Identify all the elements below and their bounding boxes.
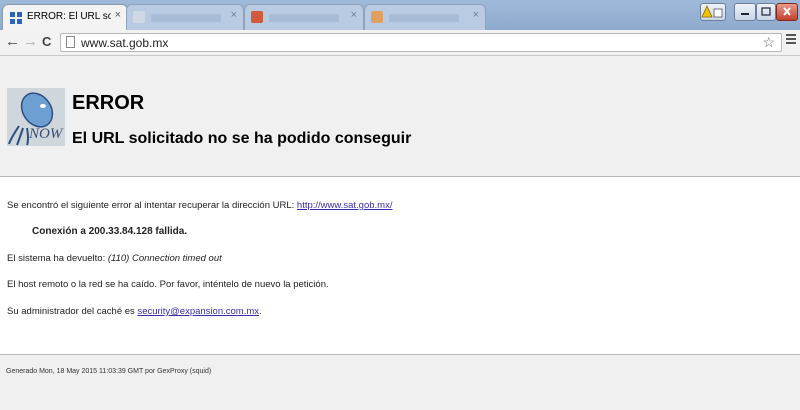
- tab-strip: ERROR: El URL solicitado r × × × ×: [0, 0, 800, 30]
- tab-close-icon[interactable]: ×: [351, 9, 357, 21]
- error-description-text: Se encontró el siguiente error al intent…: [7, 200, 297, 211]
- warning-extension-button[interactable]: [700, 3, 726, 21]
- requested-url-link[interactable]: http://www.sat.gob.mx/: [297, 200, 393, 211]
- tab-background[interactable]: ×: [244, 4, 364, 30]
- page-favicon-icon: [371, 11, 383, 23]
- warning-icon: [701, 5, 723, 18]
- close-window-button[interactable]: [776, 3, 798, 21]
- admin-email-link[interactable]: security@expansion.com.mx: [137, 306, 259, 317]
- cache-admin-label: Su administrador del caché es: [7, 306, 138, 317]
- tab-background[interactable]: ×: [126, 4, 244, 30]
- tab-close-icon[interactable]: ×: [115, 9, 121, 21]
- footer-generated-text: Generado Mon, 18 May 2015 11:03:39 GMT p…: [6, 368, 212, 375]
- reload-button[interactable]: C: [42, 34, 51, 50]
- browser-toolbar: ← → C www.sat.gob.mx ☆: [0, 30, 800, 56]
- address-bar[interactable]: www.sat.gob.mx ☆: [60, 33, 782, 52]
- forward-button[interactable]: →: [23, 34, 38, 50]
- squid-now-logo-icon: NOW: [7, 88, 65, 146]
- svg-text:NOW: NOW: [28, 126, 64, 142]
- tab-close-icon[interactable]: ×: [473, 9, 479, 21]
- system-returned-message: El sistema ha devuelto: (110) Connection…: [7, 253, 222, 264]
- minimize-icon: [741, 13, 749, 15]
- minimize-button[interactable]: [734, 3, 756, 21]
- tab-active[interactable]: ERROR: El URL solicitado r ×: [2, 4, 128, 30]
- address-url[interactable]: www.sat.gob.mx: [81, 36, 168, 50]
- menu-icon[interactable]: [786, 34, 796, 46]
- error-title: ERROR: [72, 92, 145, 114]
- error-code: (110) Connection timed out: [107, 253, 222, 264]
- connection-failed-message: Conexión a 200.33.84.128 fallida.: [32, 226, 188, 237]
- retry-message: El host remoto o la red se ha caído. Por…: [7, 279, 329, 290]
- squid-favicon-icon: [10, 12, 22, 24]
- error-header: NOW ERROR El URL solicitado no se ha pod…: [0, 56, 800, 177]
- error-subtitle: El URL solicitado no se ha podido conseg…: [72, 130, 412, 147]
- tab-close-icon[interactable]: ×: [231, 9, 237, 21]
- error-description: Se encontró el siguiente error al intent…: [7, 200, 392, 211]
- tab-title: ERROR: El URL solicitado r: [27, 11, 111, 22]
- page-favicon-icon: [133, 11, 145, 23]
- maximize-button[interactable]: [756, 3, 776, 21]
- tab-background[interactable]: ×: [364, 4, 486, 30]
- page-icon: [66, 36, 75, 48]
- maximize-icon: [761, 7, 771, 16]
- page-favicon-icon: [251, 11, 263, 23]
- system-returned-label: El sistema ha devuelto:: [7, 253, 108, 264]
- back-button[interactable]: ←: [5, 34, 20, 50]
- error-footer: Generado Mon, 18 May 2015 11:03:39 GMT p…: [0, 354, 800, 410]
- cache-admin-message: Su administrador del caché es security@e…: [7, 306, 262, 317]
- close-icon: [783, 7, 791, 16]
- bookmark-star-icon[interactable]: ☆: [762, 34, 775, 51]
